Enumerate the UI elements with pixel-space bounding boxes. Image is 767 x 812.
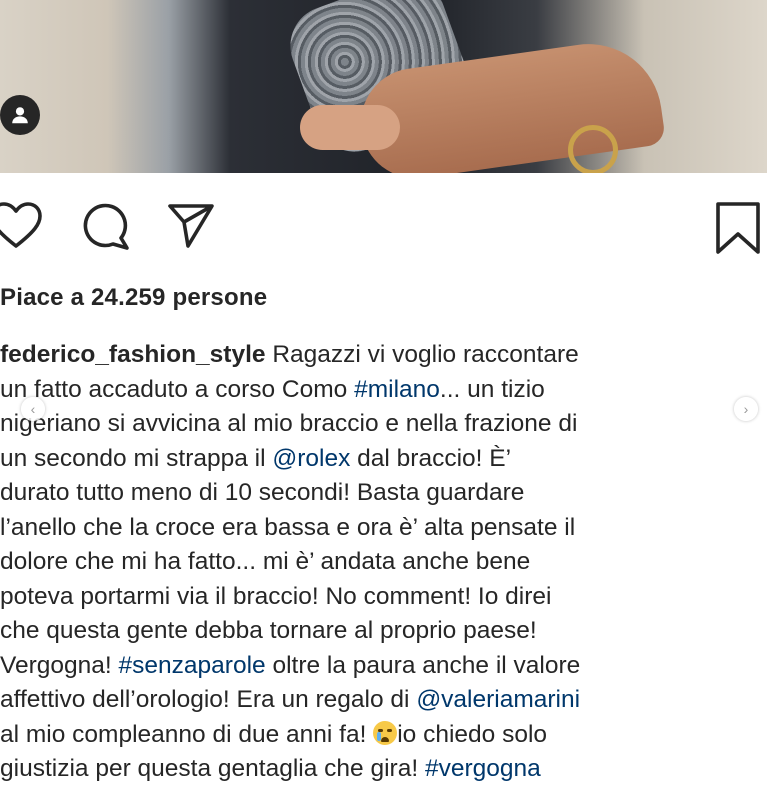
caption-line: un fatto accaduto a corso Como #milano..… bbox=[0, 373, 760, 408]
caption-line: poteva portarmi via il braccio! No comme… bbox=[0, 580, 760, 615]
caption-line: giustizia per questa gentaglia che gira!… bbox=[0, 752, 760, 787]
caption-line: affettivo dell’orologio! Era un regalo d… bbox=[0, 683, 760, 718]
chevron-left-icon[interactable]: ‹ bbox=[21, 397, 45, 421]
post-caption: federico_fashion_style Ragazzi vi voglio… bbox=[0, 338, 760, 787]
comment-bubble-icon[interactable] bbox=[81, 200, 133, 257]
caption-text: giustizia per questa gentaglia che gira! bbox=[0, 755, 425, 782]
caption-text: affettivo dell’orologio! Era un regalo d… bbox=[0, 686, 417, 713]
caption-line: dolore che mi ha fatto... mi è’ andata a… bbox=[0, 545, 760, 580]
caption-line: l’anello che la croce era bassa e ora è’… bbox=[0, 511, 760, 546]
caption-line: nigeriano si avvicina al mio braccio e n… bbox=[0, 407, 760, 442]
caption-text: io chiedo solo bbox=[397, 720, 548, 748]
caption-text: l’anello che la croce era bassa e ora è’… bbox=[0, 513, 576, 541]
caption-line: al mio compleanno di due anni fa! io chi… bbox=[0, 718, 760, 753]
hashtag-link[interactable]: #vergogna bbox=[425, 755, 541, 782]
hashtag-link[interactable]: #milano bbox=[354, 376, 440, 403]
paper-plane-icon[interactable] bbox=[166, 200, 218, 257]
caption-text: ... un tizio bbox=[439, 375, 545, 403]
caption-text: Vergogna! bbox=[0, 651, 119, 679]
caption-text: Ragazzi vi voglio raccontare bbox=[265, 341, 579, 368]
post-photo[interactable] bbox=[0, 0, 767, 173]
caption-text: al mio compleanno di due anni fa! bbox=[0, 720, 374, 748]
caption-text: dal braccio! È’ bbox=[350, 444, 512, 472]
caption-line: durato tutto meno di 10 secondi! Basta g… bbox=[0, 476, 760, 511]
caption-text: dolore che mi ha fatto... mi è’ andata a… bbox=[0, 548, 531, 575]
caption-text: nigeriano si avvicina al mio braccio e n… bbox=[0, 410, 578, 437]
user-avatar-icon[interactable] bbox=[0, 95, 40, 135]
caption-line: Vergogna! #senzaparole oltre la paura an… bbox=[0, 649, 760, 684]
caption-text: durato tutto meno di 10 secondi! Basta g… bbox=[0, 479, 525, 506]
caption-text: oltre la paura anche il valore bbox=[265, 651, 581, 679]
post-action-bar bbox=[0, 200, 767, 260]
mention-link[interactable]: @rolex bbox=[272, 445, 350, 472]
heart-icon[interactable] bbox=[0, 200, 46, 257]
likes-count[interactable]: Piace a 24.259 persone bbox=[0, 284, 267, 312]
caption-text: un fatto accaduto a corso Como bbox=[0, 375, 355, 403]
caption-line: federico_fashion_style Ragazzi vi voglio… bbox=[0, 338, 760, 373]
hashtag-link[interactable]: #senzaparole bbox=[119, 652, 266, 679]
caption-text: un secondo mi strappa il bbox=[0, 444, 273, 472]
photo-ring bbox=[568, 125, 618, 173]
username-link[interactable]: federico_fashion_style bbox=[0, 341, 266, 368]
chevron-right-icon[interactable]: › bbox=[734, 397, 758, 421]
caption-line: un secondo mi strappa il @rolex dal brac… bbox=[0, 442, 760, 477]
bookmark-icon[interactable] bbox=[712, 200, 764, 261]
crying-face-emoji bbox=[373, 720, 398, 745]
caption-text: che questa gente debba tornare al propri… bbox=[0, 617, 537, 644]
caption-line: che questa gente debba tornare al propri… bbox=[0, 614, 760, 649]
mention-link[interactable]: @valeriamarini bbox=[416, 686, 580, 713]
photo-hand bbox=[300, 105, 400, 150]
caption-text: poteva portarmi via il braccio! No comme… bbox=[0, 582, 552, 610]
